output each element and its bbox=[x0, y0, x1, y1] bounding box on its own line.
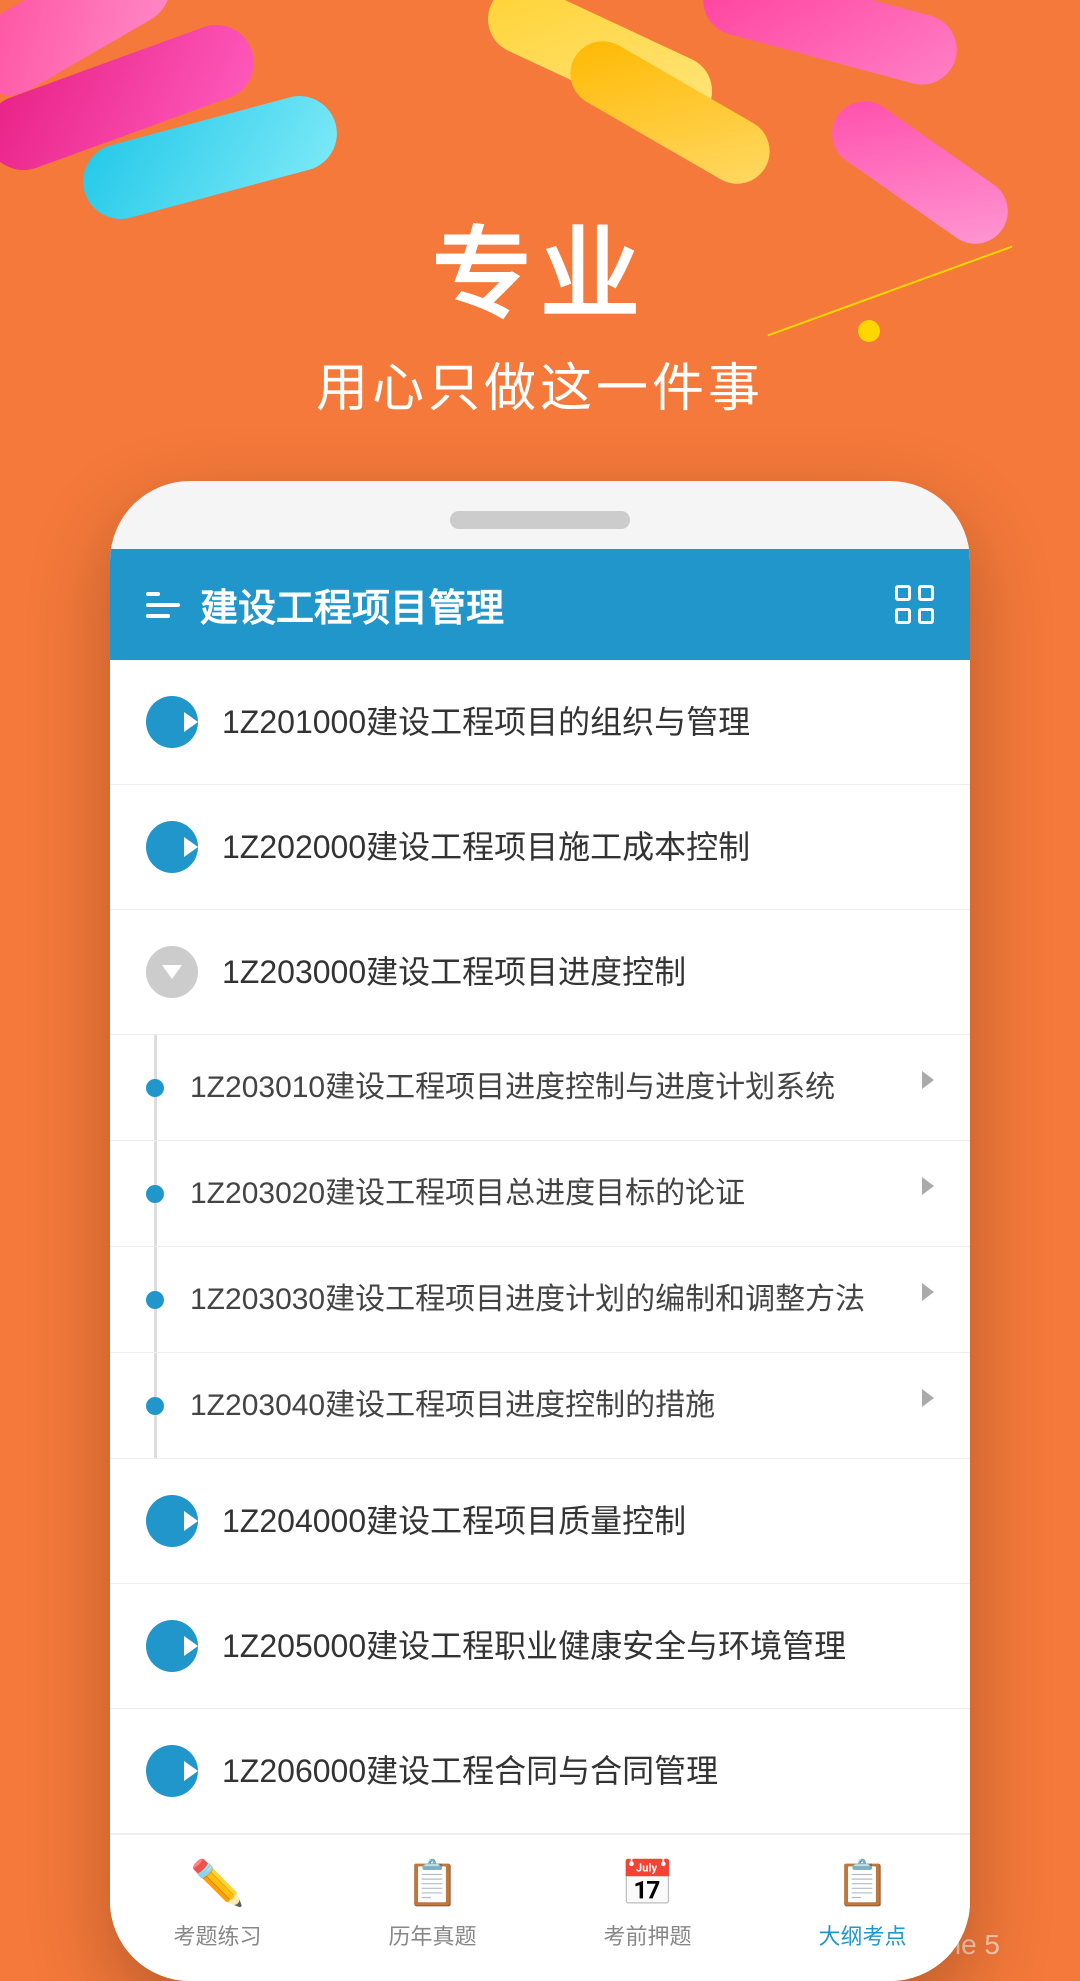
menu-line-1 bbox=[146, 592, 160, 596]
nav-item-practice[interactable]: ✏️ 考题练习 bbox=[110, 1855, 325, 1951]
nav-label-practice: 考题练习 bbox=[173, 1919, 261, 1951]
past-exam-icon: 📋 bbox=[405, 1855, 461, 1911]
sub-chevron-1 bbox=[922, 1071, 934, 1089]
topic-list: 1Z201000建设工程项目的组织与管理 1Z202000建设工程项目施工成本控… bbox=[110, 660, 970, 1834]
list-item-1z201000[interactable]: 1Z201000建设工程项目的组织与管理 bbox=[110, 660, 970, 785]
list-item-1z204000[interactable]: 1Z204000建设工程项目质量控制 bbox=[110, 1459, 970, 1584]
item-icon-3 bbox=[146, 946, 198, 998]
chevron-right-icon-6 bbox=[184, 1761, 198, 1781]
pencil-icon: ✏️ bbox=[190, 1857, 245, 1909]
sub-item-text-1: 1Z203010建设工程项目进度控制与进度计划系统 bbox=[190, 1065, 906, 1110]
item-text-5: 1Z205000建设工程职业健康安全与环境管理 bbox=[222, 1624, 934, 1669]
sub-item-1z203010[interactable]: 1Z203010建设工程项目进度控制与进度计划系统 bbox=[110, 1035, 970, 1141]
nav-label-prediction: 考前押题 bbox=[603, 1919, 691, 1951]
sub-item-text-4: 1Z203040建设工程项目进度控制的措施 bbox=[190, 1383, 906, 1428]
sub-chevron-3 bbox=[922, 1283, 934, 1301]
list-item-1z206000[interactable]: 1Z206000建设工程合同与合同管理 bbox=[110, 1709, 970, 1834]
item-icon-4 bbox=[146, 1495, 198, 1547]
chevron-right-icon-2 bbox=[184, 837, 198, 857]
grid-cell-3 bbox=[895, 608, 911, 624]
item-text-1: 1Z201000建设工程项目的组织与管理 bbox=[222, 700, 934, 745]
grid-icon[interactable] bbox=[895, 585, 934, 624]
chevron-right-icon-1 bbox=[184, 712, 198, 732]
calendar-icon: 📅 bbox=[620, 1857, 675, 1909]
sub-item-1z203040[interactable]: 1Z203040建设工程项目进度控制的措施 bbox=[110, 1353, 970, 1459]
outline-icon: 📋 bbox=[835, 1855, 891, 1911]
item-icon-1 bbox=[146, 696, 198, 748]
app-content: 建设工程项目管理 1Z201000建设工程项目的组织与管理 bbox=[110, 549, 970, 1981]
nav-item-prediction[interactable]: 📅 考前押题 bbox=[540, 1855, 755, 1951]
item-icon-6 bbox=[146, 1745, 198, 1797]
sub-item-text-3: 1Z203030建设工程项目进度计划的编制和调整方法 bbox=[190, 1277, 906, 1322]
grid-cell-1 bbox=[895, 585, 911, 601]
list-item-1z203000[interactable]: 1Z203000建设工程项目进度控制 bbox=[110, 910, 970, 1035]
sub-chevron-4 bbox=[922, 1389, 934, 1407]
hero-section: 专业 用心只做这一件事 bbox=[0, 0, 1080, 481]
item-text-2: 1Z202000建设工程项目施工成本控制 bbox=[222, 825, 934, 870]
sub-item-dot-1 bbox=[146, 1079, 164, 1097]
phone-frame: 建设工程项目管理 1Z201000建设工程项目的组织与管理 bbox=[110, 481, 970, 1981]
sub-items-1z203000: 1Z203010建设工程项目进度控制与进度计划系统 1Z203020建设工程项目… bbox=[110, 1035, 970, 1459]
sub-chevron-2 bbox=[922, 1177, 934, 1195]
chevron-down-icon-3 bbox=[162, 965, 182, 979]
menu-icon[interactable] bbox=[146, 592, 180, 618]
menu-line-3 bbox=[146, 614, 170, 618]
phone-mockup: 建设工程项目管理 1Z201000建设工程项目的组织与管理 bbox=[110, 481, 970, 1981]
bottom-navigation: ✏️ 考题练习 📋 历年真题 📅 考前押题 bbox=[110, 1834, 970, 1981]
sub-item-dot-3 bbox=[146, 1291, 164, 1309]
item-icon-2 bbox=[146, 821, 198, 873]
grid-cell-4 bbox=[918, 608, 934, 624]
practice-icon: ✏️ bbox=[190, 1855, 246, 1911]
item-text-4: 1Z204000建设工程项目质量控制 bbox=[222, 1499, 934, 1544]
list-icon: 📋 bbox=[405, 1857, 460, 1909]
sub-item-1z203030[interactable]: 1Z203030建设工程项目进度计划的编制和调整方法 bbox=[110, 1247, 970, 1353]
hero-title: 专业 bbox=[0, 220, 1080, 330]
nav-label-outline: 大纲考点 bbox=[818, 1919, 906, 1951]
menu-line-2 bbox=[146, 603, 180, 607]
nav-label-past-exam: 历年真题 bbox=[388, 1919, 476, 1951]
chevron-right-icon-5 bbox=[184, 1636, 198, 1656]
list-item-1z202000[interactable]: 1Z202000建设工程项目施工成本控制 bbox=[110, 785, 970, 910]
item-text-6: 1Z206000建设工程合同与合同管理 bbox=[222, 1749, 934, 1794]
header-title: 建设工程项目管理 bbox=[200, 577, 504, 632]
phone-notch bbox=[450, 511, 630, 529]
app-header: 建设工程项目管理 bbox=[110, 549, 970, 660]
nav-item-past-exam[interactable]: 📋 历年真题 bbox=[325, 1855, 540, 1951]
header-left: 建设工程项目管理 bbox=[146, 577, 504, 632]
hero-subtitle: 用心只做这一件事 bbox=[0, 346, 1080, 421]
sub-item-dot-4 bbox=[146, 1397, 164, 1415]
chevron-right-icon-4 bbox=[184, 1511, 198, 1531]
grid-cell-2 bbox=[918, 585, 934, 601]
item-icon-5 bbox=[146, 1620, 198, 1672]
item-text-3: 1Z203000建设工程项目进度控制 bbox=[222, 950, 934, 995]
sub-item-dot-2 bbox=[146, 1185, 164, 1203]
prediction-icon: 📅 bbox=[620, 1855, 676, 1911]
sub-item-text-2: 1Z203020建设工程项目总进度目标的论证 bbox=[190, 1171, 906, 1216]
star-icon: 📋 bbox=[835, 1857, 890, 1909]
sub-item-1z203020[interactable]: 1Z203020建设工程项目总进度目标的论证 bbox=[110, 1141, 970, 1247]
list-item-1z205000[interactable]: 1Z205000建设工程职业健康安全与环境管理 bbox=[110, 1584, 970, 1709]
nav-item-outline[interactable]: 📋 大纲考点 bbox=[755, 1855, 970, 1951]
